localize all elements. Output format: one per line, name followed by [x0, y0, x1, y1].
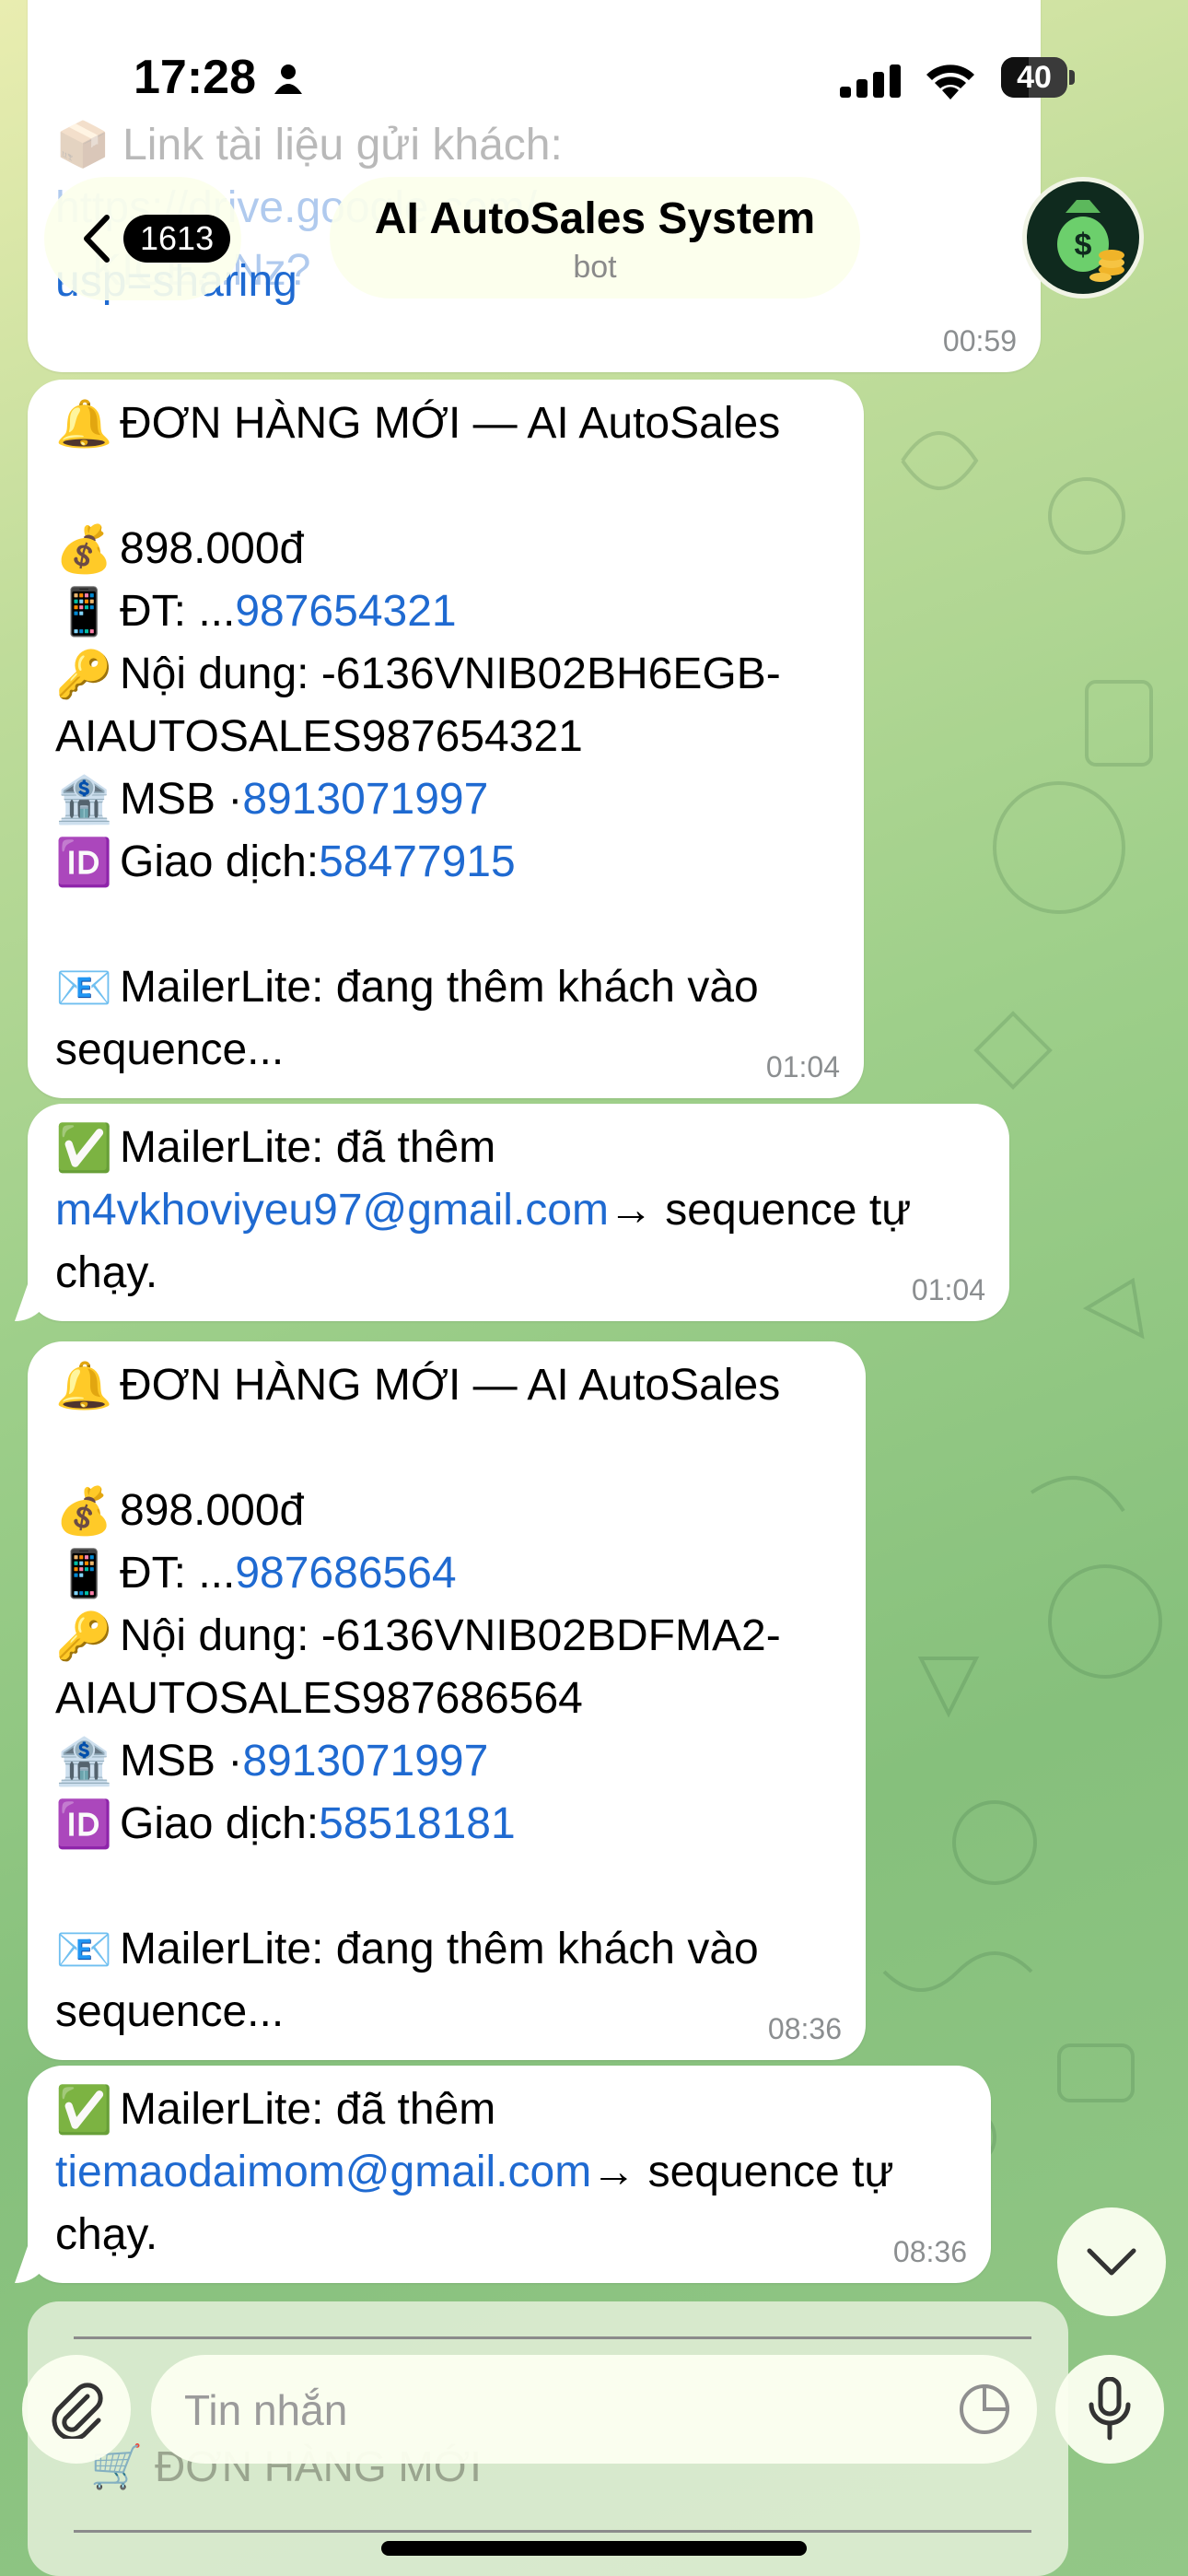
phone-link[interactable]: 987654321 — [235, 580, 456, 643]
message-list[interactable]: 📦 Link tài liệu gửi khách: https://drive… — [0, 0, 1188, 2576]
attach-button[interactable] — [22, 2355, 131, 2464]
transaction-label: Giao dịch: — [120, 1799, 320, 1848]
message-time: 08:36 — [892, 2235, 967, 2268]
content-label: Nội dung: -6136VNIB02BDFMA2- — [120, 1611, 781, 1660]
check-icon: ✅ — [55, 2084, 113, 2136]
order-message-bubble[interactable]: 🔔 ĐƠN HÀNG MỚI — AI AutoSales 💰 898.000đ 📱… — [28, 380, 864, 1098]
chat-title: AI AutoSales System — [374, 194, 816, 243]
message-input-field[interactable] — [151, 2355, 1037, 2465]
chevron-down-icon — [1087, 2248, 1136, 2276]
microphone-icon — [1089, 2377, 1131, 2441]
sequence-text: → sequence tự — [608, 1186, 912, 1235]
email-link[interactable]: m4vkhoviyeu97@gmail.com — [55, 1179, 609, 1242]
bell-icon: 🔔 — [55, 1360, 113, 1411]
signal-icon — [840, 64, 901, 98]
battery-icon: 40 — [1001, 57, 1075, 98]
phone-label: ĐT: ... — [120, 587, 236, 636]
money-bag-icon: 💰 — [55, 1485, 113, 1537]
message-time: 00:59 — [942, 324, 1017, 357]
key-icon: 🔑 — [55, 649, 113, 700]
message-time: 01:04 — [911, 1273, 985, 1306]
transaction-id-link[interactable]: 58518181 — [319, 1793, 516, 1856]
bubble-tail — [15, 1284, 52, 1321]
unread-count-badge: 1613 — [123, 215, 231, 263]
content-continued: AIAUTOSALES987686564 — [55, 1674, 583, 1723]
key-icon: 🔑 — [55, 1610, 113, 1662]
sticker-icon[interactable] — [958, 2383, 1011, 2436]
money-bag-icon: $ — [1057, 200, 1124, 282]
person-icon — [274, 64, 302, 94]
phone-icon: 📱 — [55, 586, 113, 638]
message-time: 08:36 — [767, 2012, 842, 2045]
content-label: Nội dung: -6136VNIB02BH6EGB- — [120, 650, 781, 698]
chevron-left-icon — [84, 215, 110, 263]
content-continued: AIAUTOSALES987654321 — [55, 712, 583, 761]
bank-icon: 🏦 — [55, 1736, 113, 1787]
mailer-status: MailerLite: đang thêm khách vào — [120, 963, 759, 1012]
phone-link[interactable]: 987686564 — [235, 1542, 456, 1605]
bot-avatar[interactable]: $ — [1022, 177, 1144, 299]
mailer-status-cont: sequence... — [55, 1025, 285, 1074]
bank-label: MSB · — [120, 1737, 243, 1786]
mail-icon: 📧 — [55, 1924, 113, 1975]
svg-text:$: $ — [1075, 228, 1092, 263]
id-icon: 🆔 — [55, 1798, 113, 1850]
bubble-tail — [15, 2246, 52, 2283]
id-icon: 🆔 — [55, 837, 113, 888]
status-time: 17:28 — [134, 51, 256, 104]
paperclip-icon — [52, 2383, 103, 2439]
mailer-added: MailerLite: đã thêm — [120, 2085, 496, 2134]
money-bag-icon: 💰 — [55, 523, 113, 575]
order-title: ĐƠN HÀNG MỚI — AI AutoSales — [120, 399, 781, 448]
email-link[interactable]: tiemaodaimom@gmail.com — [55, 2141, 591, 2204]
phone-icon: 📱 — [55, 1548, 113, 1599]
bell-icon: 🔔 — [55, 398, 113, 450]
transaction-label: Giao dịch: — [120, 837, 320, 886]
mailer-status: MailerLite: đang thêm khách vào — [120, 1925, 759, 1973]
order-message-bubble[interactable]: 🔔 ĐƠN HÀNG MỚI — AI AutoSales 💰 898.000đ 📱… — [28, 1341, 866, 2060]
chat-subtitle: bot — [573, 250, 617, 285]
bank-icon: 🏦 — [55, 774, 113, 825]
bank-label: MSB · — [120, 775, 243, 824]
bank-account-link[interactable]: 8913071997 — [242, 1730, 488, 1793]
scroll-to-bottom-button[interactable] — [1057, 2207, 1166, 2316]
mailer-added: MailerLite: đã thêm — [120, 1123, 496, 1172]
check-icon: ✅ — [55, 1122, 113, 1174]
home-indicator — [381, 2541, 807, 2556]
bank-account-link[interactable]: 8913071997 — [242, 768, 488, 831]
order-amount: 898.000đ — [120, 524, 305, 573]
mail-icon: 📧 — [55, 962, 113, 1013]
phone-label: ĐT: ... — [120, 1549, 236, 1598]
mailer-status-cont: sequence... — [55, 1987, 285, 2036]
message-input[interactable] — [182, 2355, 923, 2465]
back-button[interactable]: 1613 — [44, 177, 241, 300]
order-title: ĐƠN HÀNG MỚI — AI AutoSales — [120, 1361, 781, 1410]
battery-level: 40 — [1017, 60, 1052, 95]
mailer-confirm-bubble[interactable]: ✅ MailerLite: đã thêm tiemaodaimom@gmail.… — [15, 2066, 991, 2283]
sequence-text-cont: chạy. — [55, 1248, 158, 1297]
transaction-id-link[interactable]: 58477915 — [319, 831, 516, 894]
sequence-text-cont: chạy. — [55, 2210, 158, 2259]
message-time: 01:04 — [765, 1050, 840, 1083]
status-bar: 17:28 40 — [0, 0, 1188, 138]
sequence-text: → sequence tự — [591, 2148, 894, 2196]
order-amount: 898.000đ — [120, 1486, 305, 1535]
wifi-icon — [926, 64, 974, 100]
voice-record-button[interactable] — [1055, 2355, 1164, 2464]
mailer-confirm-bubble[interactable]: ✅ MailerLite: đã thêm m4vkhoviyeu97@gmail… — [15, 1104, 1009, 1321]
chat-title-button[interactable]: AI AutoSales System bot — [330, 177, 860, 299]
